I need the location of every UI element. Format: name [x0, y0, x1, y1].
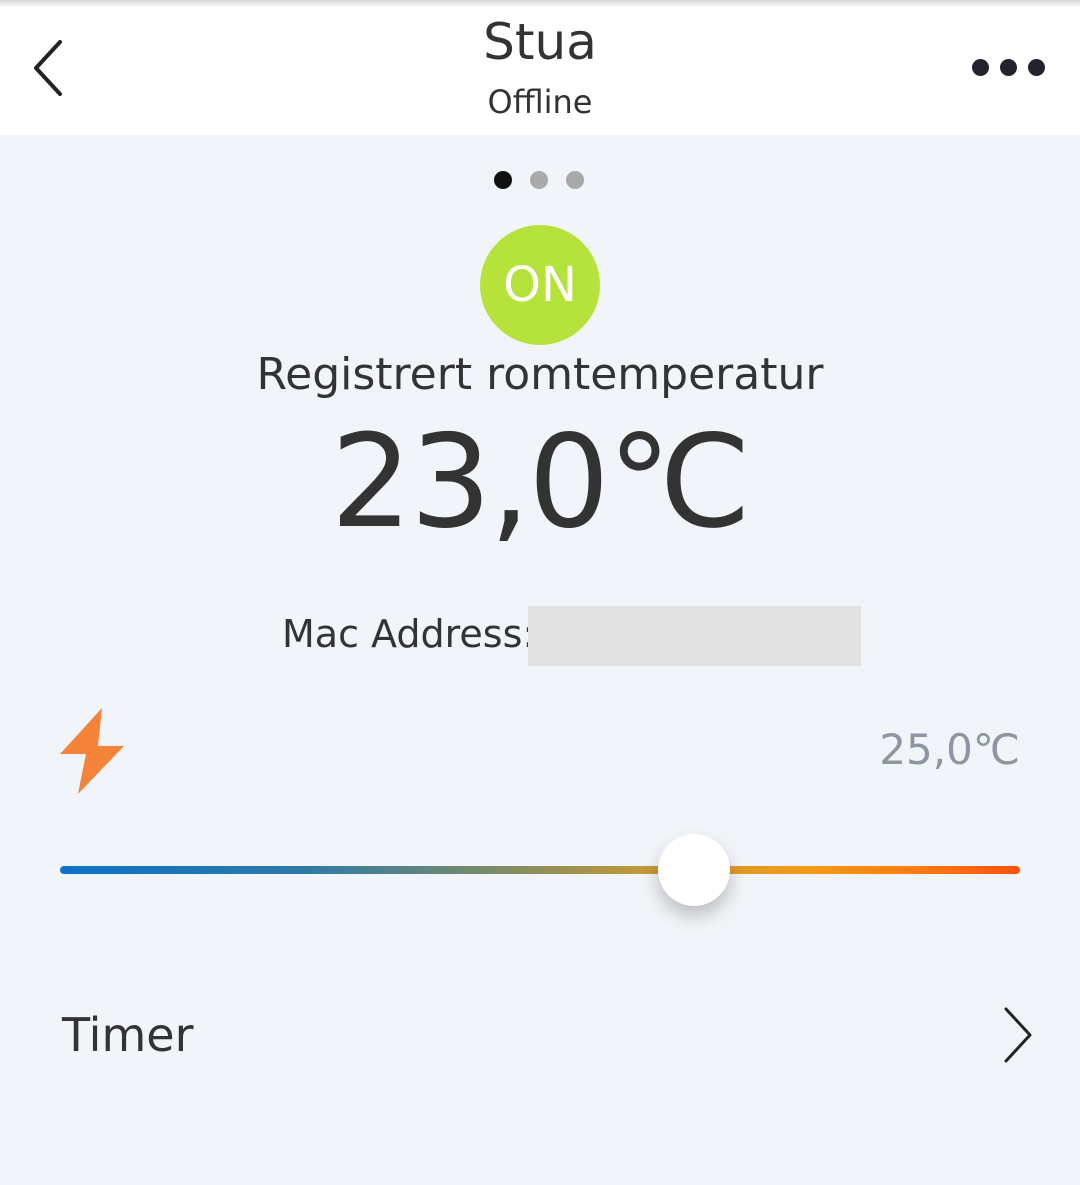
more-dots-icon — [972, 59, 989, 76]
app-header: Stua Offline — [0, 0, 1080, 135]
page-indicator[interactable] — [494, 170, 594, 190]
power-toggle-button[interactable]: ON — [480, 225, 600, 345]
connection-status: Offline — [487, 83, 593, 121]
more-dots-icon — [1000, 59, 1017, 76]
more-options-button[interactable] — [962, 50, 1054, 86]
page-dot[interactable] — [566, 171, 584, 189]
temperature-slider-track[interactable] — [60, 866, 1020, 874]
page-dot[interactable] — [530, 171, 548, 189]
setpoint-temperature: 25,0℃ — [879, 725, 1020, 774]
chevron-right-icon — [1004, 1007, 1032, 1063]
mac-address-value — [528, 606, 861, 666]
room-temperature-label: Registrert romtemperatur — [256, 349, 824, 400]
lightning-bolt-icon — [60, 708, 124, 794]
timer-row[interactable]: Timer — [0, 985, 1080, 1085]
temperature-slider-thumb[interactable] — [657, 834, 730, 906]
header-shadow — [0, 0, 1080, 8]
more-dots-icon — [1028, 59, 1045, 76]
timer-label: Timer — [62, 1008, 194, 1062]
lightning-bolt-icon[interactable] — [58, 706, 126, 796]
page-title: Stua — [483, 13, 597, 71]
page-dot-active[interactable] — [494, 171, 512, 189]
mac-address-label: Mac Address: — [282, 612, 536, 656]
room-temperature-value: 23,0℃ — [330, 408, 752, 557]
